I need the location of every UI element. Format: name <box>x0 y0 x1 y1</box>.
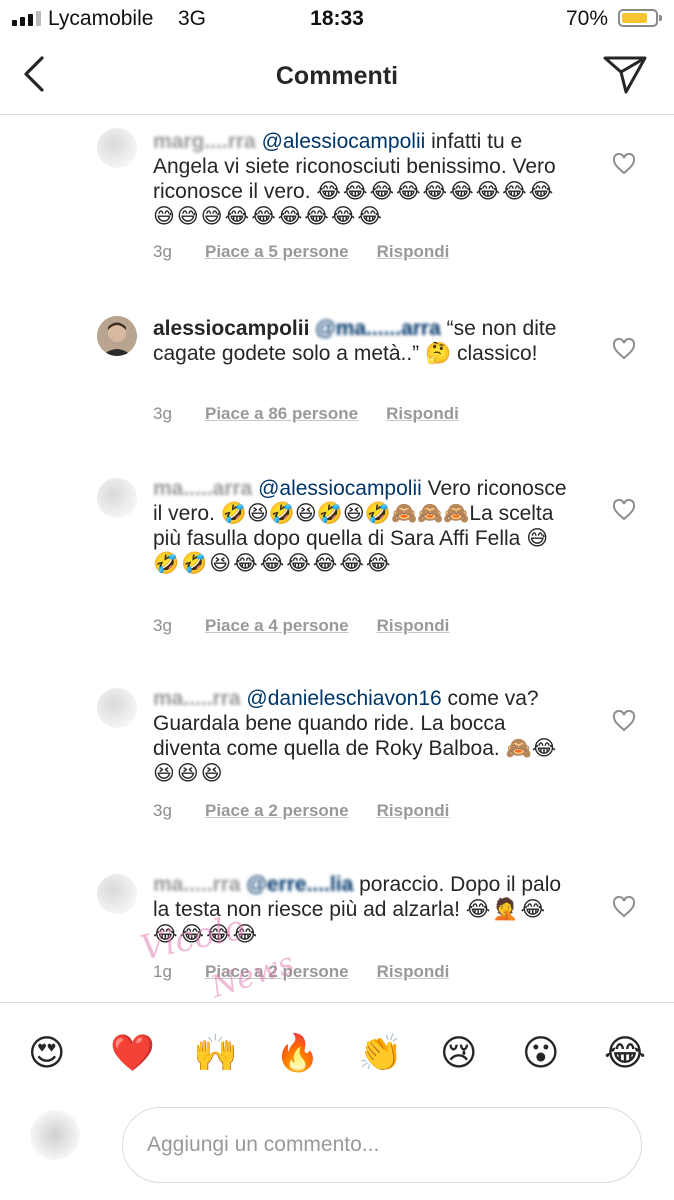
comment-text: ma.....arra @alessiocampolii Vero ricono… <box>153 476 573 576</box>
user-photo-icon <box>97 316 137 356</box>
comment-mention[interactable]: @ma......arra <box>315 317 441 340</box>
emoji-crying-button[interactable]: 😢 <box>440 1031 478 1075</box>
likes-link[interactable]: Piace a 2 persone <box>205 801 349 821</box>
reply-button[interactable]: Rispondi <box>377 242 450 261</box>
comment-mention[interactable]: @alessiocampolii <box>262 130 426 153</box>
comment-meta: 3g Piace a 5 persone Rispondi <box>153 242 449 262</box>
likes-link[interactable]: Piace a 4 persone <box>205 616 349 636</box>
heart-icon[interactable] <box>612 710 636 732</box>
comment-input[interactable]: Aggiungi un commento... <box>122 1107 642 1183</box>
comment-username[interactable]: ma.....rra <box>153 873 241 896</box>
likes-link[interactable]: Piace a 5 persone <box>205 242 349 262</box>
comment-username[interactable]: ma.....rra <box>153 687 241 710</box>
comment-username[interactable]: marg....rra <box>153 130 256 153</box>
battery-percent: 70% <box>565 7 608 30</box>
avatar[interactable] <box>97 478 137 518</box>
likes-link[interactable]: Piace a 86 persone <box>205 404 358 424</box>
heart-icon[interactable] <box>612 499 636 521</box>
comment-text: marg....rra @alessiocampolii infatti tu … <box>153 129 573 229</box>
emoji-heart-eyes-button[interactable]: 😍 <box>28 1031 66 1075</box>
watermark-line2: News <box>206 945 299 1006</box>
heart-icon[interactable] <box>612 338 636 360</box>
emoji-laughing-tears-button[interactable]: 😂 <box>604 1031 646 1075</box>
current-user-avatar <box>30 1110 80 1160</box>
comment-text: ma.....rra @danieleschiavon16 come va? G… <box>153 686 573 786</box>
paper-plane-icon[interactable] <box>602 54 648 96</box>
avatar[interactable] <box>97 316 137 356</box>
heart-icon[interactable] <box>612 896 636 918</box>
avatar[interactable] <box>97 874 137 914</box>
avatar[interactable] <box>97 688 137 728</box>
header: Commenti <box>0 38 674 115</box>
avatar[interactable] <box>97 128 137 168</box>
comment-time: 3g <box>153 801 172 820</box>
page-title: Commenti <box>275 62 399 90</box>
comment-mention[interactable]: @erre....lia <box>246 873 353 896</box>
reply-button[interactable]: Rispondi <box>386 404 459 423</box>
comment-input-row: Aggiungi un commento... <box>0 1102 674 1200</box>
comment-time: 3g <box>153 242 172 261</box>
emoji-raised-hands-button[interactable]: 🙌 <box>193 1031 238 1075</box>
comment-time: 3g <box>153 616 172 635</box>
comment-text: alessiocampolii @ma......arra “se non di… <box>153 316 573 366</box>
reply-button[interactable]: Rispondi <box>377 801 450 820</box>
comment-meta: 3g Piace a 4 persone Rispondi <box>153 616 449 636</box>
reply-button[interactable]: Rispondi <box>377 616 450 635</box>
comment-meta: 3g Piace a 86 persone Rispondi <box>153 404 459 424</box>
emoji-surprised-button[interactable]: 😮 <box>522 1031 560 1075</box>
emoji-red-heart-button[interactable]: ❤️ <box>110 1031 155 1075</box>
quick-emoji-bar: 😍 ❤️ 🙌 🔥 👏 😢 😮 😂 <box>0 1002 674 1103</box>
comment-time: 3g <box>153 404 172 423</box>
comment-username[interactable]: alessiocampolii <box>153 317 309 340</box>
comment-mention[interactable]: @danieleschiavon16 <box>246 687 441 710</box>
comment-mention[interactable]: @alessiocampolii <box>258 477 422 500</box>
comment-meta: 3g Piace a 2 persone Rispondi <box>153 801 449 821</box>
emoji-fire-button[interactable]: 🔥 <box>275 1031 320 1075</box>
comment-username[interactable]: ma.....arra <box>153 477 252 500</box>
heart-icon[interactable] <box>612 153 636 175</box>
status-bar: Lycamobile 3G 18:33 70% <box>0 0 674 38</box>
battery-icon <box>618 9 662 27</box>
emoji-clap-button[interactable]: 👏 <box>358 1031 403 1075</box>
